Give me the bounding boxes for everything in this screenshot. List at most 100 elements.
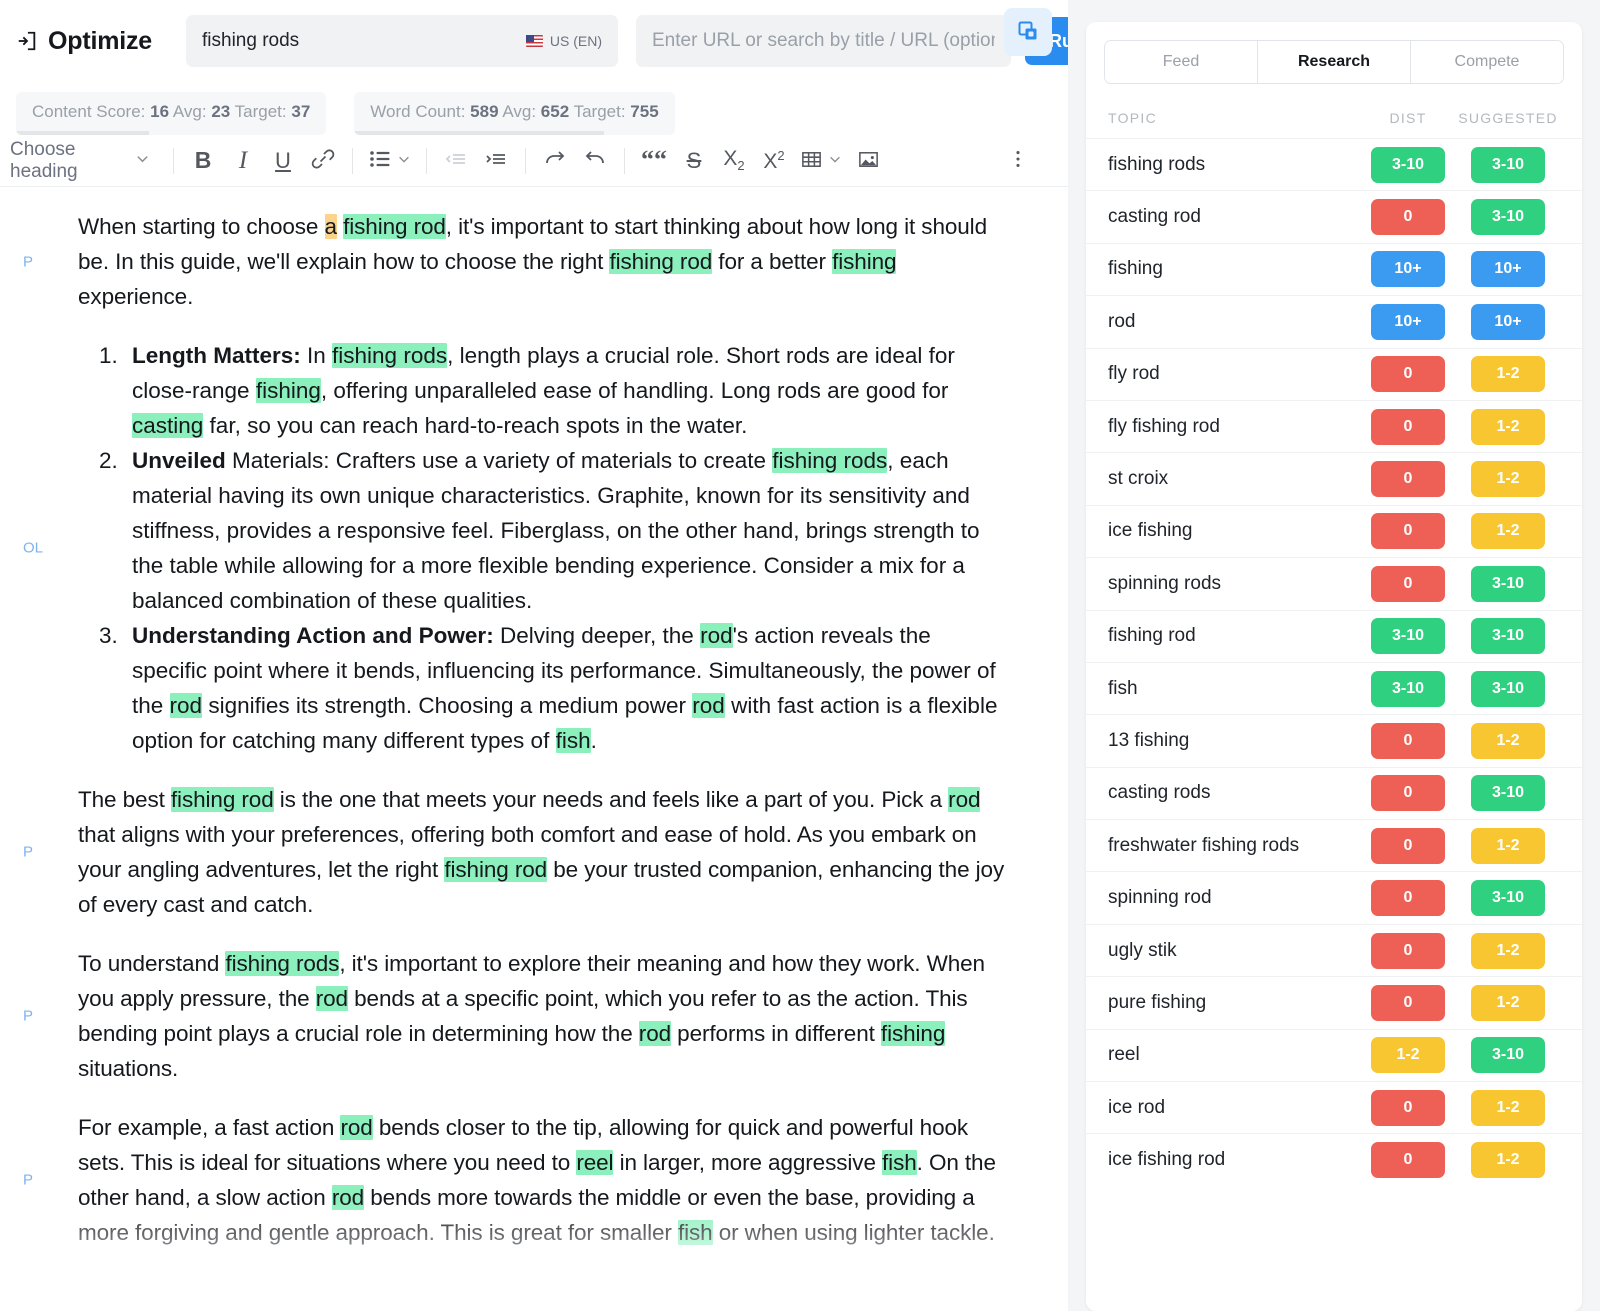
paragraph-block[interactable]: PWhen starting to choose a fishing rod, …	[78, 209, 1008, 314]
table-row[interactable]: ice fishing rod01-2	[1086, 1133, 1582, 1185]
table-row[interactable]: fly fishing rod01-2	[1086, 400, 1582, 452]
topic-name: casting rods	[1108, 782, 1360, 804]
subscript-label: X2	[723, 147, 744, 173]
list-item: Understanding Action and Power: Delving …	[124, 618, 1008, 758]
table-row[interactable]: spinning rods 0 3-10	[1086, 557, 1582, 609]
suggested-cell: 1-2	[1456, 356, 1560, 392]
subscript-button[interactable]: X2	[714, 141, 754, 181]
table-row[interactable]: 13 fishing01-2	[1086, 714, 1582, 766]
indent-button[interactable]	[476, 141, 516, 181]
table-row[interactable]: reel1-23-10	[1086, 1029, 1582, 1081]
dist-cell: 3-10	[1360, 147, 1456, 183]
table-row[interactable]: st croix01-2	[1086, 452, 1582, 504]
suggested-badge: 3-10	[1471, 147, 1545, 183]
dist-cell: 10+	[1360, 304, 1456, 340]
table-row[interactable]: ugly stik01-2	[1086, 924, 1582, 976]
dist-badge: 0	[1371, 566, 1445, 602]
table-row[interactable]: casting rod03-10	[1086, 190, 1582, 242]
suggested-cell: 3-10	[1456, 199, 1560, 235]
table-row[interactable]: fly rod01-2	[1086, 348, 1582, 400]
suggested-badge: 1-2	[1471, 1090, 1545, 1126]
paragraph-block[interactable]: PThe best fishing rod is the one that me…	[78, 782, 1008, 922]
image-button[interactable]	[848, 141, 888, 181]
paragraph-block[interactable]: PTo understand fishing rods, it's import…	[78, 946, 1008, 1086]
blockquote-button[interactable]: ““	[634, 141, 674, 181]
table-row[interactable]: casting rods03-10	[1086, 767, 1582, 819]
redo-button[interactable]	[535, 141, 575, 181]
strikethrough-button[interactable]: S	[674, 141, 714, 181]
dist-cell: 1-2	[1360, 1037, 1456, 1073]
table-icon	[800, 148, 823, 174]
suggested-badge: 1-2	[1471, 409, 1545, 445]
topic-name: st croix	[1108, 468, 1360, 490]
keyword-highlight: fishing rods	[772, 448, 887, 473]
suggested-cell: 3-10	[1456, 618, 1560, 654]
table-row[interactable]: fishing10+10+	[1086, 243, 1582, 295]
suggested-badge: 1-2	[1471, 985, 1545, 1021]
keyword-highlight: rod	[316, 986, 348, 1011]
table-row[interactable]: freshwater fishing rods01-2	[1086, 819, 1582, 871]
column-header-suggested: SUGGESTED	[1456, 110, 1560, 126]
topic-name: pure fishing	[1108, 992, 1360, 1014]
undo-button[interactable]	[575, 141, 615, 181]
keyword-field[interactable]: fishing rods US (EN)	[186, 15, 618, 67]
keyword-highlight: fish	[882, 1150, 917, 1175]
table-row[interactable]: pure fishing0 1-2	[1086, 976, 1582, 1028]
more-options-button[interactable]	[998, 141, 1038, 181]
dist-cell: 0	[1360, 985, 1456, 1021]
topic-name: reel	[1108, 1044, 1360, 1066]
topic-name: fly rod	[1108, 363, 1360, 385]
superscript-button[interactable]: X2	[754, 141, 794, 181]
outdent-button[interactable]	[436, 141, 476, 181]
topics-table-header: TOPIC DIST SUGGESTED	[1086, 84, 1582, 138]
copy-block-button[interactable]	[1004, 8, 1052, 56]
paragraph-block[interactable]: PFor example, a fast action rod bends cl…	[78, 1110, 1008, 1250]
table-row[interactable]: fishing rod3-103-10	[1086, 610, 1582, 662]
strikethrough-label: S	[687, 148, 702, 174]
dist-cell: 0	[1360, 1142, 1456, 1178]
suggested-cell: 3-10	[1456, 775, 1560, 811]
bold-text: Length Matters:	[132, 343, 301, 368]
underline-button[interactable]: U	[263, 141, 303, 181]
suggested-cell: 1-2	[1456, 828, 1560, 864]
dist-badge: 3-10	[1371, 147, 1445, 183]
table-row[interactable]: spinning rod03-10	[1086, 871, 1582, 923]
heading-select[interactable]: Choose heading	[0, 141, 164, 181]
table-row[interactable]: fishing rods3-103-10	[1086, 138, 1582, 190]
dist-cell: 0	[1360, 566, 1456, 602]
brand: Optimize	[16, 27, 176, 56]
dist-badge: 0	[1371, 1090, 1445, 1126]
us-flag-icon	[526, 35, 543, 47]
editor-toolbar: Choose heading B I U	[0, 135, 1068, 187]
table-button[interactable]	[794, 141, 848, 181]
tab-feed[interactable]: Feed	[1105, 41, 1258, 83]
block-type-tag: P	[23, 1008, 33, 1025]
suggested-badge: 3-10	[1471, 566, 1545, 602]
suggested-cell: 1-2	[1456, 409, 1560, 445]
content-score-target: 37	[291, 102, 310, 121]
topic-name: spinning rods	[1108, 573, 1360, 595]
bold-button[interactable]: B	[183, 141, 223, 181]
table-row[interactable]: ice rod01-2	[1086, 1081, 1582, 1133]
italic-button[interactable]: I	[223, 141, 263, 181]
url-input[interactable]	[652, 30, 995, 52]
topic-name: ice fishing rod	[1108, 1149, 1360, 1171]
url-field[interactable]	[636, 15, 1011, 67]
dist-cell: 0	[1360, 513, 1456, 549]
table-row[interactable]: ice fishing01-2	[1086, 505, 1582, 557]
locale-selector[interactable]: US (EN)	[526, 33, 602, 49]
suggested-cell: 3-10	[1456, 1037, 1560, 1073]
table-chevron-down-icon	[828, 152, 842, 169]
table-row[interactable]: fish3-103-10	[1086, 662, 1582, 714]
list-button[interactable]	[362, 141, 417, 181]
ordered-list-block[interactable]: OLLength Matters: In fishing rods, lengt…	[78, 338, 1008, 758]
dist-cell: 0	[1360, 1090, 1456, 1126]
dist-badge: 0	[1371, 880, 1445, 916]
document-editor[interactable]: PWhen starting to choose a fishing rod, …	[0, 187, 1068, 1250]
link-button[interactable]	[303, 141, 343, 181]
table-row[interactable]: rod10+10+	[1086, 295, 1582, 347]
tab-research[interactable]: Research	[1258, 41, 1411, 83]
dist-badge: 0	[1371, 461, 1445, 497]
dist-cell: 3-10	[1360, 671, 1456, 707]
tab-compete[interactable]: Compete	[1411, 41, 1563, 83]
